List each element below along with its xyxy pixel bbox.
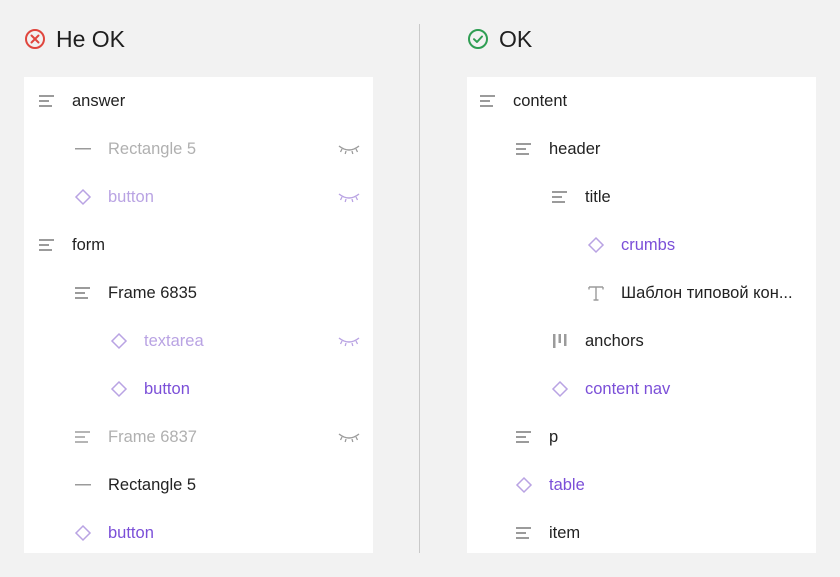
component-instance-icon (108, 330, 130, 352)
horizontal-layout-icon (549, 330, 571, 352)
frame-icon (72, 282, 94, 304)
frame-icon (36, 234, 58, 256)
component-instance-icon (108, 378, 130, 400)
good-layers-panel: content header title crumbs Шаблон типов… (467, 77, 816, 553)
layer-row[interactable]: table (467, 461, 816, 509)
layer-row[interactable]: textarea (24, 317, 373, 365)
good-example-header: OK (467, 24, 532, 54)
layer-label: anchors (585, 331, 644, 350)
frame-icon (36, 90, 58, 112)
layer-row[interactable]: content (467, 77, 816, 125)
column-divider (419, 24, 420, 553)
good-example-title: OK (499, 25, 533, 52)
layer-row[interactable]: Frame 6837 (24, 413, 373, 461)
line-icon (72, 138, 94, 160)
layer-label: title (585, 187, 611, 206)
eye-closed-icon[interactable] (337, 185, 361, 209)
layer-row[interactable]: answer (24, 77, 373, 125)
layer-label: textarea (144, 331, 204, 350)
text-icon (585, 282, 607, 304)
bad-layers-panel: answer Rectangle 5 button form Frame 683… (24, 77, 373, 553)
component-instance-icon (513, 474, 535, 496)
component-instance-icon (72, 522, 94, 544)
layer-label: crumbs (621, 235, 676, 254)
check-circle-icon (467, 28, 489, 50)
eye-closed-icon[interactable] (337, 425, 361, 449)
layer-row[interactable]: crumbs (467, 221, 816, 269)
bad-example-header: Не OK (24, 24, 125, 54)
layer-label: item (549, 523, 581, 542)
error-circle-icon (24, 28, 46, 50)
layer-label: header (549, 139, 601, 158)
frame-icon (477, 90, 499, 112)
layer-row[interactable]: p (467, 413, 816, 461)
frame-icon (72, 426, 94, 448)
layer-row[interactable]: anchors (467, 317, 816, 365)
layer-label: Frame 6837 (108, 427, 197, 446)
layer-row[interactable]: content nav (467, 365, 816, 413)
component-instance-icon (72, 186, 94, 208)
layer-label: form (72, 235, 105, 254)
layer-row[interactable]: Rectangle 5 (24, 461, 373, 509)
component-instance-icon (585, 234, 607, 256)
eye-closed-icon[interactable] (337, 137, 361, 161)
eye-closed-icon[interactable] (337, 329, 361, 353)
line-icon (72, 474, 94, 496)
layer-row[interactable]: form (24, 221, 373, 269)
layer-label: content (513, 91, 568, 110)
frame-icon (549, 186, 571, 208)
component-instance-icon (549, 378, 571, 400)
bad-example-title: Не OK (56, 25, 126, 52)
layer-row[interactable]: button (24, 173, 373, 221)
layer-label: Frame 6835 (108, 283, 197, 302)
layer-row[interactable]: button (24, 509, 373, 557)
frame-icon (513, 426, 535, 448)
layer-label: Шаблон типовой кон... (621, 283, 793, 302)
layer-label: Rectangle 5 (108, 475, 197, 494)
layer-row[interactable]: Шаблон типовой кон... (467, 269, 816, 317)
layer-row[interactable]: button (24, 365, 373, 413)
layer-label: content nav (585, 379, 671, 398)
layer-label: Rectangle 5 (108, 139, 197, 158)
layer-label: button (108, 523, 154, 542)
layer-row[interactable]: Rectangle 5 (24, 125, 373, 173)
frame-icon (513, 522, 535, 544)
layer-label: table (549, 475, 585, 494)
layer-label: button (108, 187, 154, 206)
frame-icon (513, 138, 535, 160)
layer-row[interactable]: title (467, 173, 816, 221)
layer-row[interactable]: header (467, 125, 816, 173)
layer-label: p (549, 427, 559, 446)
layer-row[interactable]: Frame 6835 (24, 269, 373, 317)
layer-label: answer (72, 91, 126, 110)
layer-label: button (144, 379, 190, 398)
layer-row[interactable]: item (467, 509, 816, 557)
